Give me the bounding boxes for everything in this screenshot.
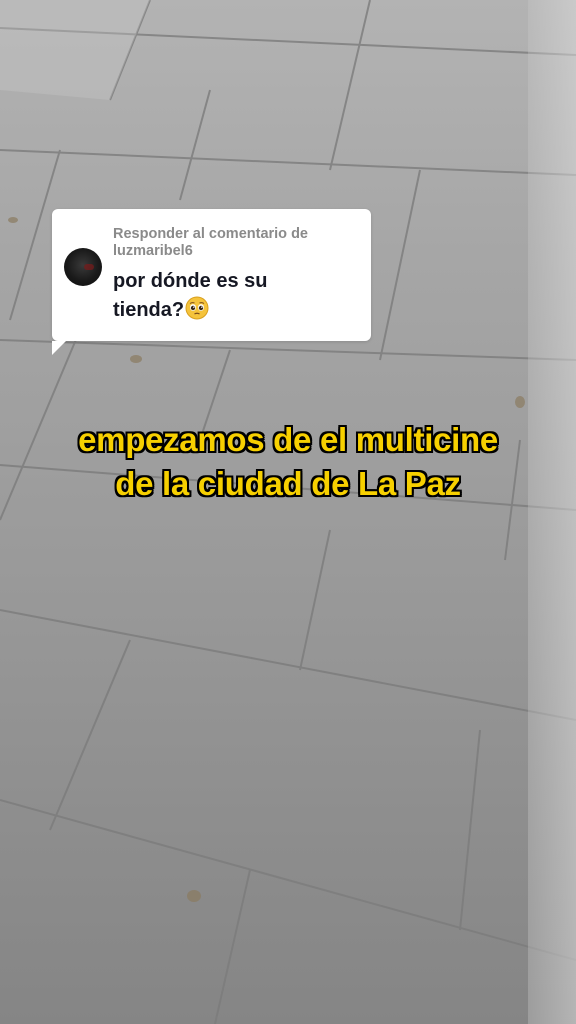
comment-line-1: por dónde es su — [113, 270, 268, 292]
comment-line-2-wrap: tienda? — [113, 296, 363, 325]
reply-prefix: Responder al comentario de — [113, 226, 308, 242]
video-frame[interactable]: Responder al comentario de luzmaribel6 p… — [0, 0, 576, 1024]
reply-comment-card[interactable]: Responder al comentario de luzmaribel6 p… — [52, 209, 371, 355]
pavement-background — [0, 0, 576, 1024]
pleading-face-emoji-icon — [185, 296, 209, 320]
comment-line-2: tienda? — [113, 299, 185, 321]
avatar-detail — [84, 264, 94, 270]
commenter-username[interactable]: luzmaribel6 — [113, 243, 363, 260]
comment-bubble-tail — [52, 341, 66, 355]
caption-line-2: de la ciudad de La Paz — [115, 465, 461, 502]
caption-line-1: empezamos de el multicine — [78, 421, 498, 458]
comment-text: por dónde es su tienda? — [113, 267, 363, 325]
right-edge-shade — [528, 0, 576, 1024]
commenter-avatar[interactable] — [64, 248, 102, 286]
video-caption: empezamos de el multicine de la ciudad d… — [0, 418, 576, 506]
reply-header: Responder al comentario de luzmaribel6 — [113, 226, 363, 260]
